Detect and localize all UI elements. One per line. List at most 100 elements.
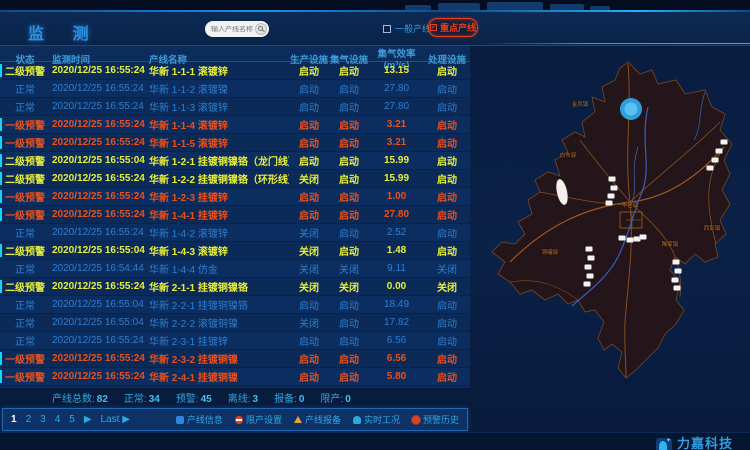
table-row[interactable]: 一级预警2020/12/25 16:55:24华新 2-4-1 挂镀铜镍启动启动… — [0, 368, 470, 386]
factory-marker[interactable] — [588, 256, 595, 261]
summary-item: 报备:0 — [274, 390, 304, 405]
time-cell: 2020/12/25 16:55:24 — [50, 119, 147, 130]
table-row[interactable]: 正常2020/12/25 16:55:24华新 1-1-2 滚镀镍启动启动27.… — [0, 80, 470, 98]
factory-marker[interactable] — [640, 235, 647, 240]
summary-value: 3 — [253, 394, 259, 405]
factory-marker[interactable] — [712, 158, 719, 163]
last-page-button[interactable]: Last ▶ — [101, 414, 130, 425]
gas-facility-cell: 启动 — [329, 315, 369, 330]
time-cell: 2020/12/25 16:55:24 — [50, 173, 147, 184]
logo-icon — [656, 438, 672, 450]
table-row[interactable]: 二级预警2020/12/25 16:55:04华新 1-2-1 挂镀铜镍铬（龙门… — [0, 152, 470, 170]
table-row[interactable]: 正常2020/12/25 16:55:24华新 2-3-1 挂镀锌启动启动6.5… — [0, 332, 470, 350]
search-button[interactable] — [255, 23, 267, 35]
factory-marker[interactable] — [606, 201, 613, 206]
page-number[interactable]: 3 — [40, 414, 46, 425]
table-row[interactable]: 二级预警2020/12/25 16:55:24华新 2-1-1 挂镀铜镍铬关闭关… — [0, 278, 470, 296]
search-input[interactable] — [211, 26, 253, 33]
产线信息-button[interactable]: 产线信息 — [176, 413, 223, 426]
summary-item: 预警:45 — [176, 390, 212, 405]
table-row[interactable]: 正常2020/12/25 16:55:04华新 2-2-2 滚镀铜镍关闭启动17… — [0, 314, 470, 332]
treatment-facility-cell: 启动 — [424, 171, 470, 186]
production-facility-cell: 关闭 — [289, 279, 329, 294]
产线报备-button[interactable]: 产线报备 — [294, 413, 341, 426]
factory-marker[interactable] — [608, 194, 615, 199]
factory-marker[interactable] — [611, 186, 618, 191]
实时工况-button[interactable]: 实时工况 — [353, 413, 400, 426]
factory-marker[interactable] — [673, 260, 680, 265]
限产设置-button[interactable]: 限产设置 — [235, 413, 282, 426]
time-cell: 2020/12/25 16:55:24 — [50, 353, 147, 364]
page-number[interactable]: 5 — [69, 414, 75, 425]
cluster-marker[interactable] — [620, 98, 642, 120]
time-cell: 2020/12/25 16:54:44 — [50, 263, 147, 274]
production-facility-cell: 启动 — [289, 351, 329, 366]
general-line-filter[interactable]: 一般产线 — [383, 22, 431, 35]
table-row[interactable]: 一级预警2020/12/25 16:55:24华新 1-4-1 挂镀锌启动启动2… — [0, 206, 470, 224]
efficiency-cell: 13.15 — [369, 65, 424, 76]
table-row[interactable]: 二级预警2020/12/25 16:55:24华新 1-2-2 挂镀铜镍铬（环形… — [0, 170, 470, 188]
production-facility-cell: 启动 — [289, 63, 329, 78]
line-name-cell: 华新 1-4-2 滚镀锌 — [147, 225, 289, 240]
line-name-cell: 华新 1-1-5 滚镀锌 — [147, 135, 289, 150]
table-row[interactable]: 一级预警2020/12/25 16:55:24华新 1-1-4 滚镀锌启动启动3… — [0, 116, 470, 134]
map-place-label: 铜罐驿 — [542, 248, 559, 256]
table-row[interactable]: 正常2020/12/25 16:55:24华新 1-4-2 滚镀锌关闭启动2.5… — [0, 224, 470, 242]
table-row[interactable]: 一级预警2020/12/25 16:55:24华新 1-2-3 挂镀锌启动启动1… — [0, 188, 470, 206]
ban-circle-icon — [235, 416, 243, 424]
factory-marker[interactable] — [619, 236, 626, 241]
treatment-facility-cell: 启动 — [424, 369, 470, 384]
time-cell: 2020/12/25 16:55:24 — [50, 137, 147, 148]
table-row[interactable]: 二级预警2020/12/25 16:55:24华新 1-1-1 滚镀锌启动启动1… — [0, 62, 470, 80]
factory-marker[interactable] — [587, 274, 594, 279]
page-number[interactable]: 4 — [55, 414, 61, 425]
status-cell: 正常 — [0, 99, 50, 114]
time-cell: 2020/12/25 16:55:24 — [50, 281, 147, 292]
page-number[interactable]: 1 — [11, 414, 17, 425]
time-cell: 2020/12/25 16:55:04 — [50, 155, 147, 166]
factory-marker[interactable] — [707, 166, 714, 171]
line-name-cell: 华新 1-1-1 滚镀锌 — [147, 63, 289, 78]
checkbox-icon[interactable] — [383, 25, 391, 33]
production-facility-cell: 启动 — [289, 135, 329, 150]
efficiency-cell: 1.48 — [369, 245, 424, 256]
time-cell: 2020/12/25 16:55:04 — [50, 299, 147, 310]
summary-label: 产线总数: — [52, 394, 95, 405]
factory-marker[interactable] — [585, 265, 592, 270]
efficiency-cell: 17.82 — [369, 317, 424, 328]
factory-marker[interactable] — [609, 177, 616, 182]
next-page-button[interactable]: ▶ — [84, 414, 92, 425]
treatment-facility-cell: 启动 — [424, 153, 470, 168]
table-row[interactable]: 正常2020/12/25 16:54:44华新 1-4-4 仿金关闭关闭9.11… — [0, 260, 470, 278]
factory-marker[interactable] — [721, 140, 728, 145]
table-row[interactable]: 一级预警2020/12/25 16:55:24华新 1-1-5 滚镀锌启动启动3… — [0, 134, 470, 152]
status-cell: 二级预警 — [0, 63, 50, 78]
district-silhouette — [492, 62, 732, 378]
line-name-cell: 华新 2-4-1 挂镀铜镍 — [147, 369, 289, 384]
factory-marker[interactable] — [584, 282, 591, 287]
table-row[interactable]: 正常2020/12/25 16:55:24华新 1-1-3 滚镀锌启动启动27.… — [0, 98, 470, 116]
factory-marker[interactable] — [716, 149, 723, 154]
gas-facility-cell: 启动 — [329, 351, 369, 366]
key-line-filter-button[interactable]: ✔ 重点产线 — [428, 18, 478, 37]
logo-company-name: 力嘉科技 — [677, 433, 733, 450]
page-number[interactable]: 2 — [26, 414, 32, 425]
factory-marker[interactable] — [675, 269, 682, 274]
factory-marker[interactable] — [627, 238, 634, 243]
table-row[interactable]: 二级预警2020/12/25 16:55:04华新 1-4-3 滚镀锌关闭启动1… — [0, 242, 470, 260]
header-bar: 监 测 一般产线 ✔ 重点产线 — [0, 12, 750, 46]
factory-marker[interactable] — [586, 247, 593, 252]
table-row[interactable]: 一级预警2020/12/25 16:55:24华新 2-3-2 挂镀铜镍启动启动… — [0, 350, 470, 368]
status-cell: 一级预警 — [0, 369, 50, 384]
district-map[interactable]: 金凤镇白市驿华岩镇铜罐驿陶家镇西彭镇 — [480, 52, 750, 400]
search-box[interactable] — [205, 21, 269, 37]
factory-marker[interactable] — [674, 286, 681, 291]
line-name-cell: 华新 1-4-4 仿金 — [147, 261, 289, 276]
table-row[interactable]: 正常2020/12/25 16:55:04华新 2-2-1 挂镀铜镍铬启动启动1… — [0, 296, 470, 314]
time-cell: 2020/12/25 16:55:24 — [50, 371, 147, 382]
status-cell: 二级预警 — [0, 243, 50, 258]
预警历史-button[interactable]: 预警历史 — [412, 413, 459, 426]
monitoring-dashboard: { "header": { "title": "监 测", "search_pl… — [0, 0, 750, 450]
factory-marker[interactable] — [672, 278, 679, 283]
treatment-facility-cell: 关闭 — [424, 261, 470, 276]
